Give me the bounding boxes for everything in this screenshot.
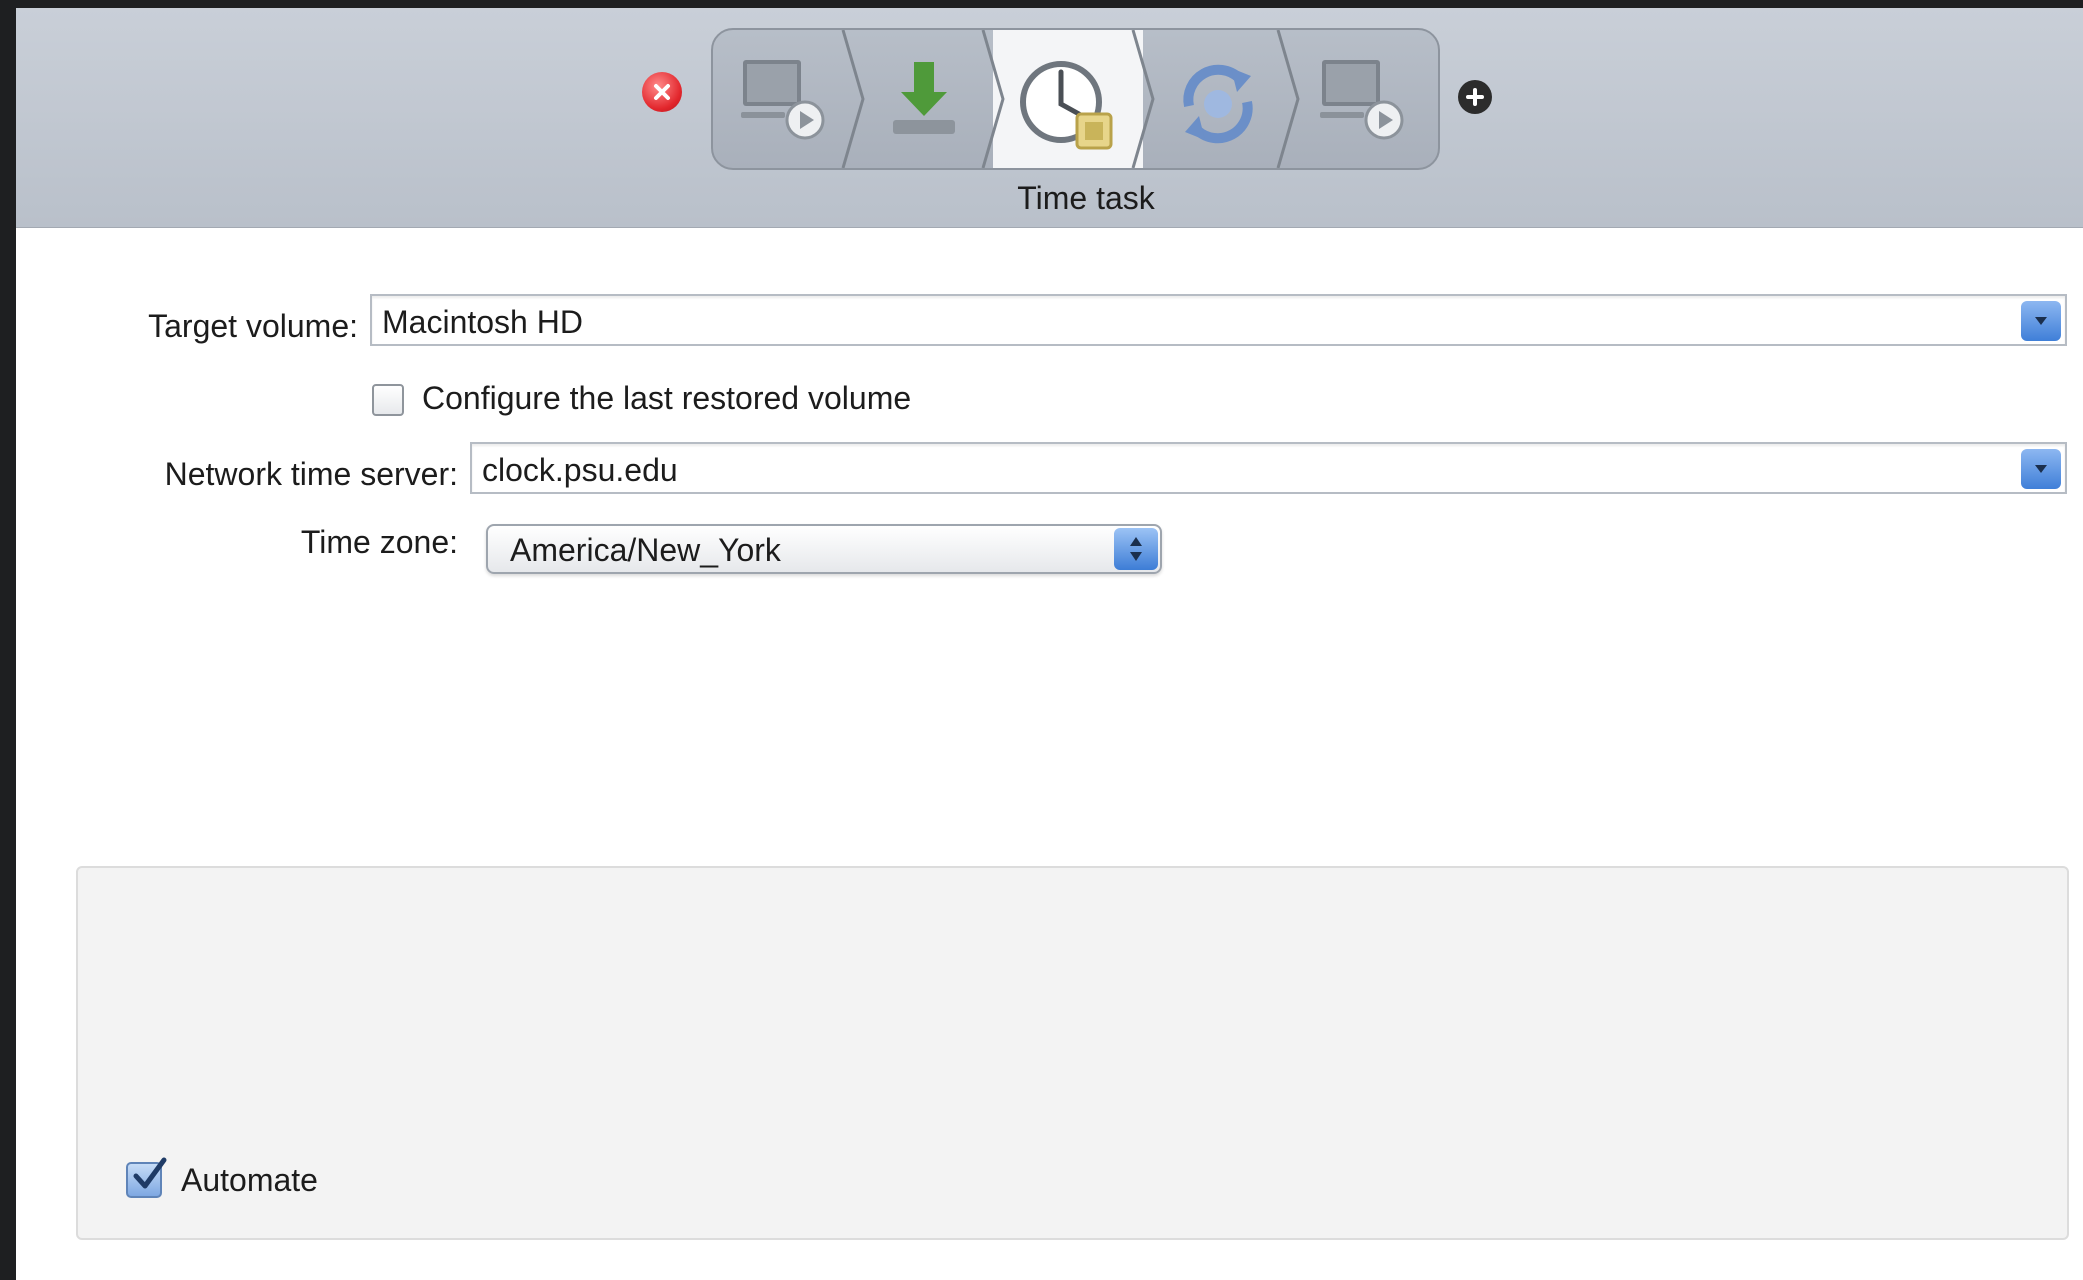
window: Time task Target volume: Macintosh HD Co… (16, 8, 2083, 1280)
add-step-button[interactable] (1458, 80, 1492, 114)
automate-checkbox[interactable] (126, 1157, 167, 1198)
target-volume-dropdown-button[interactable] (2021, 301, 2061, 341)
chevron-down-icon (2035, 317, 2047, 325)
up-down-arrows-icon (1130, 537, 1142, 561)
remove-icon (654, 84, 670, 100)
sync-arrows-icon (1183, 64, 1253, 144)
automate-label: Automate (181, 1162, 318, 1198)
remove-step-button[interactable] (642, 72, 682, 112)
options-panel (76, 866, 2069, 1240)
configure-last-restored-label: Configure the last restored volume (422, 380, 912, 416)
workflow-step-display-2[interactable] (1288, 30, 1438, 168)
workflow-step-sync[interactable] (1143, 30, 1288, 168)
display-play-icon (1320, 60, 1404, 140)
chevron-down-icon (2035, 465, 2047, 473)
target-volume-label: Target volume: (148, 308, 358, 344)
network-time-server-dropdown-button[interactable] (2021, 449, 2061, 489)
configure-last-restored-checkbox[interactable] (372, 384, 404, 416)
selected-step-label: Time task (1017, 180, 1155, 216)
workflow-toolbar: Time task (16, 8, 2083, 228)
workflow-step-display-1[interactable] (713, 30, 853, 168)
checkmark-icon (133, 1157, 167, 1189)
display-play-icon (741, 60, 825, 140)
time-zone-label: Time zone: (300, 524, 458, 560)
time-zone-popup[interactable]: America/New_York (486, 524, 1162, 574)
workflow-step-time-task[interactable] (993, 30, 1143, 168)
network-time-server-combo[interactable]: clock.psu.edu (470, 442, 2067, 494)
network-time-server-label: Network time server: (164, 456, 458, 492)
workflow-step-download[interactable] (853, 30, 993, 168)
download-arrow-icon (893, 62, 955, 134)
time-zone-stepper (1114, 528, 1158, 570)
target-volume-value: Macintosh HD (382, 304, 583, 340)
workflow-strip (711, 28, 1440, 170)
target-volume-combo[interactable]: Macintosh HD (370, 294, 2067, 346)
time-zone-value: America/New_York (510, 532, 781, 568)
clock-icon (1020, 61, 1113, 150)
network-time-server-value: clock.psu.edu (482, 452, 678, 488)
add-icon (1466, 88, 1484, 106)
